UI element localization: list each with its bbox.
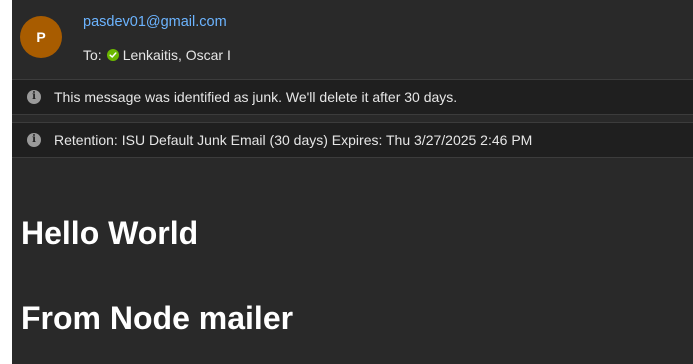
info-icon: i xyxy=(27,133,41,147)
info-icon: i xyxy=(27,90,41,104)
to-label: To: xyxy=(83,47,102,63)
body-heading-hello: Hello World xyxy=(21,215,199,251)
retention-notice-bar: i Retention: ISU Default Junk Email (30 … xyxy=(12,122,693,158)
recipient-row: To: Lenkaitis, Oscar I xyxy=(83,47,231,63)
junk-notice-text: This message was identified as junk. We'… xyxy=(54,89,458,105)
email-reading-pane: P pasdev01@gmail.com To: Lenkaitis, Osca… xyxy=(12,0,693,364)
body-heading-from: From Node mailer xyxy=(21,300,294,336)
sender-email[interactable]: pasdev01@gmail.com xyxy=(83,14,227,30)
sender-avatar[interactable]: P xyxy=(20,16,62,58)
message-header: P pasdev01@gmail.com To: Lenkaitis, Osca… xyxy=(12,0,693,76)
junk-notice-bar: i This message was identified as junk. W… xyxy=(12,79,693,115)
recipient-name[interactable]: Lenkaitis, Oscar I xyxy=(123,47,231,63)
presence-available-icon xyxy=(106,49,119,61)
retention-notice-text: Retention: ISU Default Junk Email (30 da… xyxy=(54,132,533,148)
avatar-initial: P xyxy=(36,29,46,45)
